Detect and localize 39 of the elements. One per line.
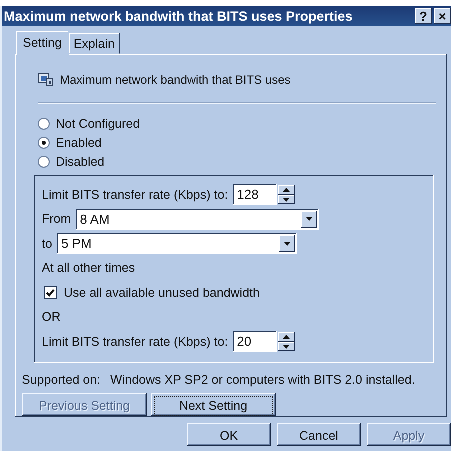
input-field[interactable]: 20 (233, 331, 278, 352)
ok-button[interactable]: OK (187, 423, 271, 446)
field-label: Limit BITS transfer rate (Kbps) to: (42, 188, 228, 202)
checkbox-label[interactable]: Use all available unused bandwidth (64, 286, 260, 300)
tab[interactable]: Setting (16, 31, 69, 55)
input-field[interactable]: 128 (233, 184, 278, 206)
dropdown[interactable]: 5 PM (57, 233, 298, 254)
tab[interactable]: Explain (68, 33, 120, 54)
checkbox[interactable] (44, 286, 57, 300)
supported-value: Windows XP SP2 or computers with BITS 2.0 installed. (110, 372, 416, 387)
supported-label: Supported on: (22, 372, 101, 387)
radio-button[interactable] (38, 156, 50, 168)
spin-buttons[interactable] (278, 185, 296, 204)
radio-option[interactable]: Disabled (38, 152, 436, 172)
field-label: From (42, 212, 72, 226)
close-button[interactable]: × (434, 8, 451, 24)
check-icon (46, 288, 55, 297)
spin-buttons[interactable] (278, 332, 296, 352)
policy-icon (38, 72, 54, 87)
cancel-button[interactable]: Cancel (277, 423, 361, 446)
dropdown-arrow-icon (284, 242, 291, 246)
dropdown[interactable]: 8 AM (76, 208, 320, 230)
down-arrow-icon (283, 344, 290, 348)
radio-option[interactable]: Not Configured (38, 114, 436, 134)
help-button[interactable]: ? (415, 8, 432, 24)
group-text: OR (42, 310, 61, 324)
down-arrow-icon (283, 198, 290, 202)
dropdown-arrow-icon (306, 217, 313, 222)
radio-button[interactable] (38, 136, 50, 149)
window-title: Maximum network bandwith that BITS uses Properties (4, 8, 354, 24)
policy-name: Maximum network bandwith that BITS uses (60, 72, 291, 87)
field-label: to (42, 236, 52, 251)
up-arrow-icon (283, 335, 290, 339)
up-arrow-icon (283, 188, 290, 192)
field-label: Limit BITS transfer rate (Kbps) to: (42, 334, 228, 349)
group-text: At all other times (42, 261, 136, 276)
radio-button[interactable] (38, 118, 50, 130)
next-setting-button[interactable]: Next Setting (151, 392, 276, 416)
radio-option[interactable]: Enabled (38, 133, 436, 152)
